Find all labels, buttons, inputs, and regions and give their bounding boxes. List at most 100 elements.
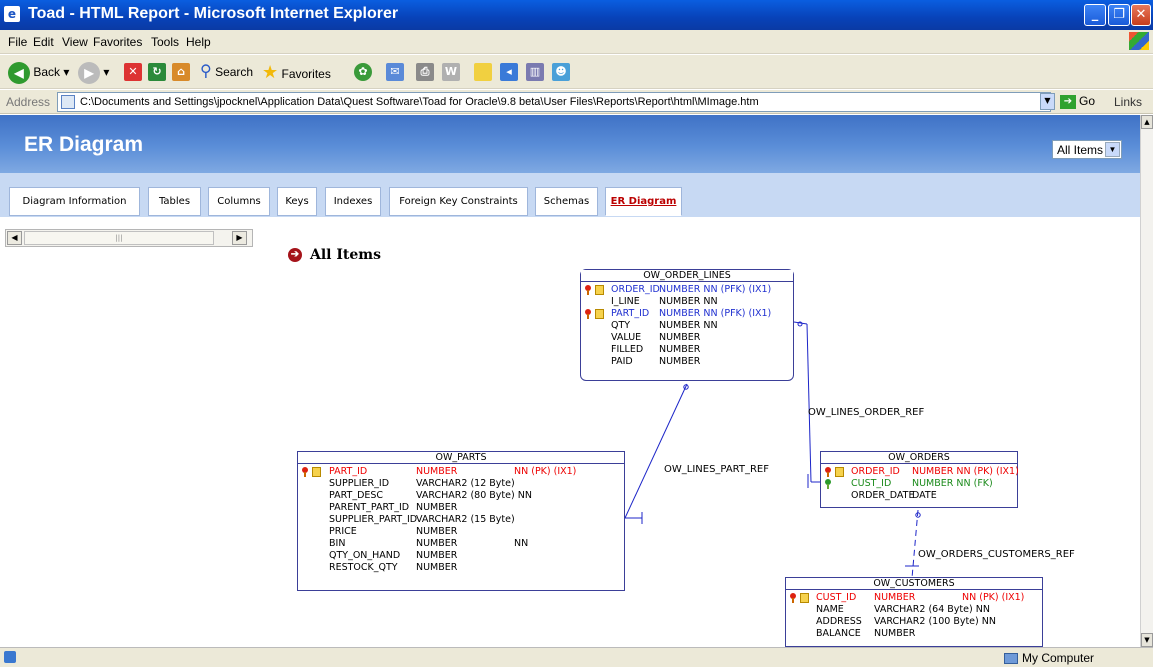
items-filter-select[interactable]: All Items ▼ (1052, 140, 1122, 159)
menu-favorites[interactable]: Favorites (93, 35, 142, 49)
vertical-scrollbar[interactable]: ▲ ▼ (1140, 115, 1153, 647)
column-type: NUMBER (659, 356, 701, 367)
column-type: NUMBER (659, 344, 701, 355)
page-icon (61, 95, 75, 109)
column-name: NAME (816, 604, 844, 615)
edit-icon[interactable]: W (442, 63, 460, 81)
minimize-button[interactable]: _ (1084, 4, 1106, 26)
tab-bar: Diagram Information Tables Columns Keys … (0, 173, 1140, 217)
ie-logo-icon: e (4, 6, 20, 22)
tab-er-diagram[interactable]: ER Diagram (605, 187, 682, 216)
people-icon[interactable]: ☻ (552, 63, 570, 81)
tab-keys[interactable]: Keys (277, 187, 317, 216)
column-icon (595, 285, 604, 295)
maximize-button[interactable]: ❐ (1108, 4, 1130, 26)
column-row: NAME VARCHAR2 (64 Byte) NN (786, 604, 1042, 616)
column-type: NUMBER (416, 550, 458, 561)
primary-key-icon (824, 467, 833, 477)
section-title-text: All Items (310, 247, 381, 263)
close-button[interactable]: ✕ (1131, 4, 1151, 26)
column-type: NUMBER (416, 538, 458, 549)
menu-edit[interactable]: Edit (33, 35, 54, 49)
security-zone: My Computer (1004, 651, 1094, 665)
favorites-button[interactable]: ★ Favorites (262, 61, 331, 83)
column-row: QTY_ON_HAND NUMBER (298, 550, 624, 562)
column-constraints: NN (PK) (IX1) (514, 466, 577, 477)
forward-button[interactable]: ▶ ▾ (78, 61, 109, 84)
windows-flag-icon (1129, 32, 1149, 50)
scroll-right-icon[interactable]: ▶ (232, 231, 247, 245)
column-icon (312, 467, 321, 477)
column-type: VARCHAR2 (64 Byte) NN (874, 604, 990, 615)
scroll-left-icon[interactable]: ◀ (7, 231, 22, 245)
entity-name: OW_CUSTOMERS (786, 578, 1042, 590)
back-label: Back (33, 65, 61, 79)
refresh-icon[interactable]: ↻ (148, 63, 166, 81)
relation-label-lines-part: OW_LINES_PART_REF (664, 464, 770, 475)
column-name: ORDER_DATE (851, 490, 915, 501)
column-row: ORDER_DATE DATE (821, 490, 1017, 502)
tab-tables[interactable]: Tables (148, 187, 201, 216)
favorites-label: Favorites (281, 67, 331, 81)
entity-ow-parts[interactable]: OW_PARTS PART_ID NUMBER NN (PK) (IX1) SU… (297, 451, 625, 591)
entity-ow-customers[interactable]: OW_CUSTOMERS CUST_ID NUMBER NN (PK) (IX1… (785, 577, 1043, 647)
scroll-up-icon[interactable]: ▲ (1141, 115, 1153, 129)
go-button[interactable]: ➔ Go (1060, 94, 1095, 109)
entity-name: OW_ORDER_LINES (581, 270, 793, 282)
column-name: CUST_ID (816, 592, 857, 603)
primary-key-icon (789, 593, 798, 603)
report-header: ER Diagram All Items ▼ (0, 115, 1140, 173)
column-name: VALUE (611, 332, 642, 343)
column-type: VARCHAR2 (15 Byte) (416, 514, 515, 525)
search-button[interactable]: ⚲ Search (200, 61, 253, 83)
back-button[interactable]: ◀ Back ▾ (8, 61, 69, 84)
entity-ow-orders[interactable]: OW_ORDERS ORDER_ID NUMBER NN (PK) (IX1) … (820, 451, 1019, 508)
menu-view[interactable]: View (62, 35, 88, 49)
column-row: RESTOCK_QTY NUMBER (298, 562, 624, 574)
menu-help[interactable]: Help (186, 35, 211, 49)
column-row: SUPPLIER_PART_ID VARCHAR2 (15 Byte) (298, 514, 624, 526)
tab-indexes[interactable]: Indexes (325, 187, 381, 216)
column-type: VARCHAR2 (80 Byte) NN (416, 490, 532, 501)
column-row: PART_ID NUMBER NN (PK) (IX1) (298, 466, 624, 478)
tab-diagram-information[interactable]: Diagram Information (9, 187, 140, 216)
menu-tools[interactable]: Tools (151, 35, 179, 49)
stop-icon[interactable]: ✕ (124, 63, 142, 81)
column-row: I_LINE NUMBER NN (581, 296, 793, 308)
column-icon (835, 467, 844, 477)
print-icon[interactable]: ⎙ (416, 63, 434, 81)
entity-ow-order-lines[interactable]: OW_ORDER_LINES ORDER_ID NUMBER NN (PFK) … (580, 269, 794, 381)
scroll-thumb[interactable]: ||| (24, 231, 214, 245)
column-row: CUST_ID NUMBER NN (PK) (IX1) (786, 592, 1042, 604)
tab-schemas[interactable]: Schemas (535, 187, 598, 216)
scroll-down-icon[interactable]: ▼ (1141, 633, 1153, 647)
column-name: BIN (329, 538, 346, 549)
column-row: ORDER_ID NUMBER NN (PFK) (IX1) (581, 284, 793, 296)
tab-columns[interactable]: Columns (208, 187, 270, 216)
links-button[interactable]: Links (1114, 95, 1142, 109)
tab-foreign-key-constraints[interactable]: Foreign Key Constraints (389, 187, 528, 216)
title-bar: e Toad - HTML Report - Microsoft Interne… (0, 0, 1153, 30)
media-icon[interactable]: ✿ (354, 63, 372, 81)
research-icon[interactable]: ▥ (526, 63, 544, 81)
foreign-key-icon (824, 479, 833, 489)
home-icon[interactable]: ⌂ (172, 63, 190, 81)
frame-horizontal-scrollbar[interactable]: ◀ ||| ▶ (5, 229, 253, 247)
column-type: NUMBER (416, 502, 458, 513)
discuss-icon[interactable] (474, 63, 492, 81)
column-row: PART_ID NUMBER NN (PFK) (IX1) (581, 308, 793, 320)
menu-file[interactable]: File (8, 35, 27, 49)
toolbar: ◀ Back ▾ ▶ ▾ ✕ ↻ ⌂ ⚲ Search ★ Favorites … (0, 55, 1153, 89)
security-zone-label: My Computer (1022, 651, 1095, 665)
go-label: Go (1079, 94, 1096, 108)
section-title: ➔ All Items (288, 247, 381, 263)
column-constraints: NN (514, 538, 529, 549)
mail-icon[interactable]: ✉ (386, 63, 404, 81)
column-name: ORDER_ID (851, 466, 900, 477)
address-input[interactable]: C:\Documents and Settings\jpocknel\Appli… (57, 92, 1051, 112)
address-dropdown-icon[interactable]: ▼ (1040, 93, 1055, 110)
address-url: C:\Documents and Settings\jpocknel\Appli… (80, 96, 759, 108)
back-arrow-icon: ◀ (8, 61, 30, 84)
messenger-icon[interactable]: ◂ (500, 63, 518, 81)
column-row: PRICE NUMBER (298, 526, 624, 538)
